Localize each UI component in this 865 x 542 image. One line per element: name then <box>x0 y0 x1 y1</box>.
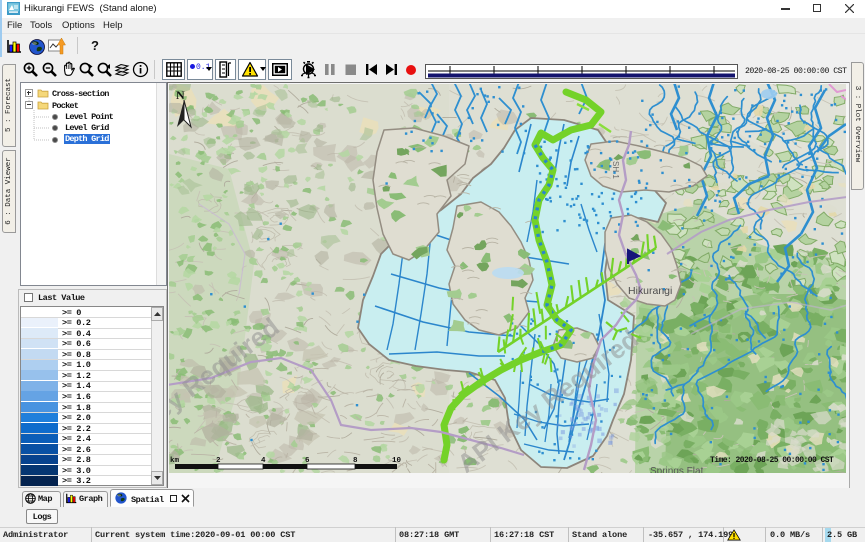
svg-text:6: 6 <box>305 457 310 465</box>
svg-text:4: 4 <box>261 457 266 465</box>
svg-text:8: 8 <box>353 457 358 465</box>
svg-text:Hikurangi: Hikurangi <box>628 285 672 297</box>
svg-text:10: 10 <box>392 457 402 465</box>
svg-text:Springs Flat: Springs Flat <box>650 466 704 473</box>
svg-text:Time: 2020-08-25 00:00:00 CST: Time: 2020-08-25 00:00:00 CST <box>710 456 834 465</box>
svg-text:SH 1: SH 1 <box>611 161 620 179</box>
svg-text:km: km <box>170 457 180 465</box>
svg-text:2: 2 <box>216 457 221 465</box>
svg-text:N: N <box>176 88 185 102</box>
